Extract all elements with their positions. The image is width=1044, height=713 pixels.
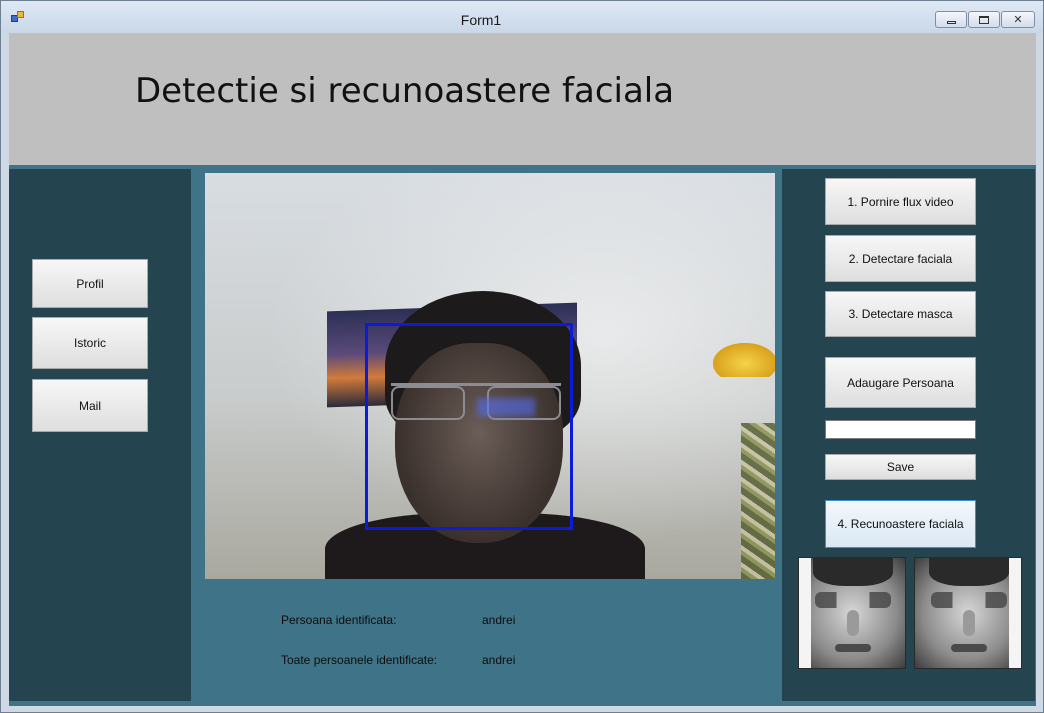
video-feed	[205, 173, 775, 579]
add-person-button[interactable]: Adaugare Persoana	[825, 357, 976, 408]
close-icon: ✕	[1013, 14, 1023, 26]
profile-button[interactable]: Profil	[32, 259, 148, 308]
face-detection-box	[365, 323, 573, 530]
save-button[interactable]: Save	[825, 454, 976, 480]
identified-label: Persoana identificata:	[281, 613, 397, 627]
minimize-icon	[946, 20, 956, 24]
form-client-area: Detectie si recunoastere faciala Profil …	[9, 33, 1036, 706]
all-identified-value: andrei	[482, 653, 516, 667]
background-plant	[741, 423, 775, 579]
background-lamp	[713, 343, 775, 377]
title-bar[interactable]: Form1 ✕	[1, 1, 1043, 33]
close-button[interactable]: ✕	[1001, 11, 1035, 28]
maximize-icon	[979, 15, 989, 24]
minimize-button[interactable]	[935, 11, 967, 28]
all-identified-label: Toate persoanele identificate:	[281, 653, 438, 667]
face-detect-button[interactable]: 2. Detectare faciala	[825, 235, 976, 282]
header-panel: Detectie si recunoastere faciala	[9, 33, 1036, 165]
page-title: Detectie si recunoastere faciala	[135, 71, 675, 111]
app-window: Form1 ✕ Detectie si recunoastere faciala…	[0, 0, 1044, 713]
maximize-button[interactable]	[968, 11, 1000, 28]
left-nav-panel	[9, 169, 191, 701]
history-button[interactable]: Istoric	[32, 317, 148, 369]
mail-button[interactable]: Mail	[32, 379, 148, 432]
window-title: Form1	[460, 12, 502, 28]
mask-detect-button[interactable]: 3. Detectare masca	[825, 291, 976, 337]
start-video-button[interactable]: 1. Pornire flux video	[825, 178, 976, 225]
recognition-button[interactable]: 4. Recunoastere faciala	[825, 500, 976, 548]
recognized-face-thumbnail	[914, 557, 1022, 669]
person-name-input[interactable]	[825, 420, 976, 439]
identified-value: andrei	[482, 613, 516, 627]
detected-face-thumbnail	[798, 557, 906, 669]
